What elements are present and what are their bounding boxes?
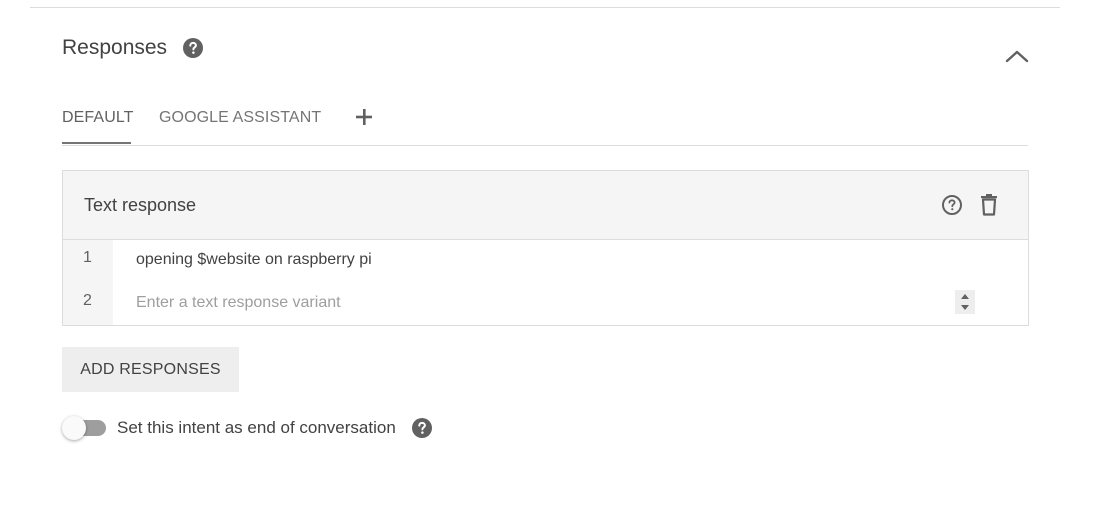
row-number: 2 <box>83 292 92 309</box>
end-conversation-label: Set this intent as end of conversation <box>117 418 396 437</box>
response-tabs: DEFAULT GOOGLE ASSISTANT <box>62 100 1028 146</box>
row-number: 1 <box>83 249 92 266</box>
trash-icon[interactable] <box>978 193 1000 217</box>
text-response-card: Text response 1 opening $website on rasp… <box>62 170 1029 326</box>
response-variant-input[interactable] <box>136 291 936 315</box>
plus-icon[interactable] <box>353 106 375 128</box>
response-text[interactable]: opening $website on raspberry pi <box>136 251 372 269</box>
spinner-icon[interactable] <box>955 290 975 314</box>
help-icon[interactable] <box>412 418 432 438</box>
card-header: Text response <box>63 171 1028 240</box>
add-responses-button[interactable]: ADD RESPONSES <box>62 347 239 392</box>
responses-panel: Responses DEFAULT GOOGLE ASSISTANT Text … <box>0 0 1094 521</box>
help-icon[interactable] <box>183 38 203 58</box>
tab-default[interactable]: DEFAULT <box>62 109 134 127</box>
active-tab-indicator <box>62 142 131 144</box>
tab-google-assistant[interactable]: GOOGLE ASSISTANT <box>159 109 321 127</box>
top-divider <box>30 7 1060 8</box>
end-conversation-toggle[interactable] <box>62 416 106 440</box>
card-title: Text response <box>84 195 197 215</box>
help-outline-icon[interactable] <box>941 194 963 216</box>
toggle-knob <box>62 416 86 440</box>
section-title: Responses <box>62 36 168 59</box>
chevron-up-icon[interactable] <box>1003 44 1031 68</box>
